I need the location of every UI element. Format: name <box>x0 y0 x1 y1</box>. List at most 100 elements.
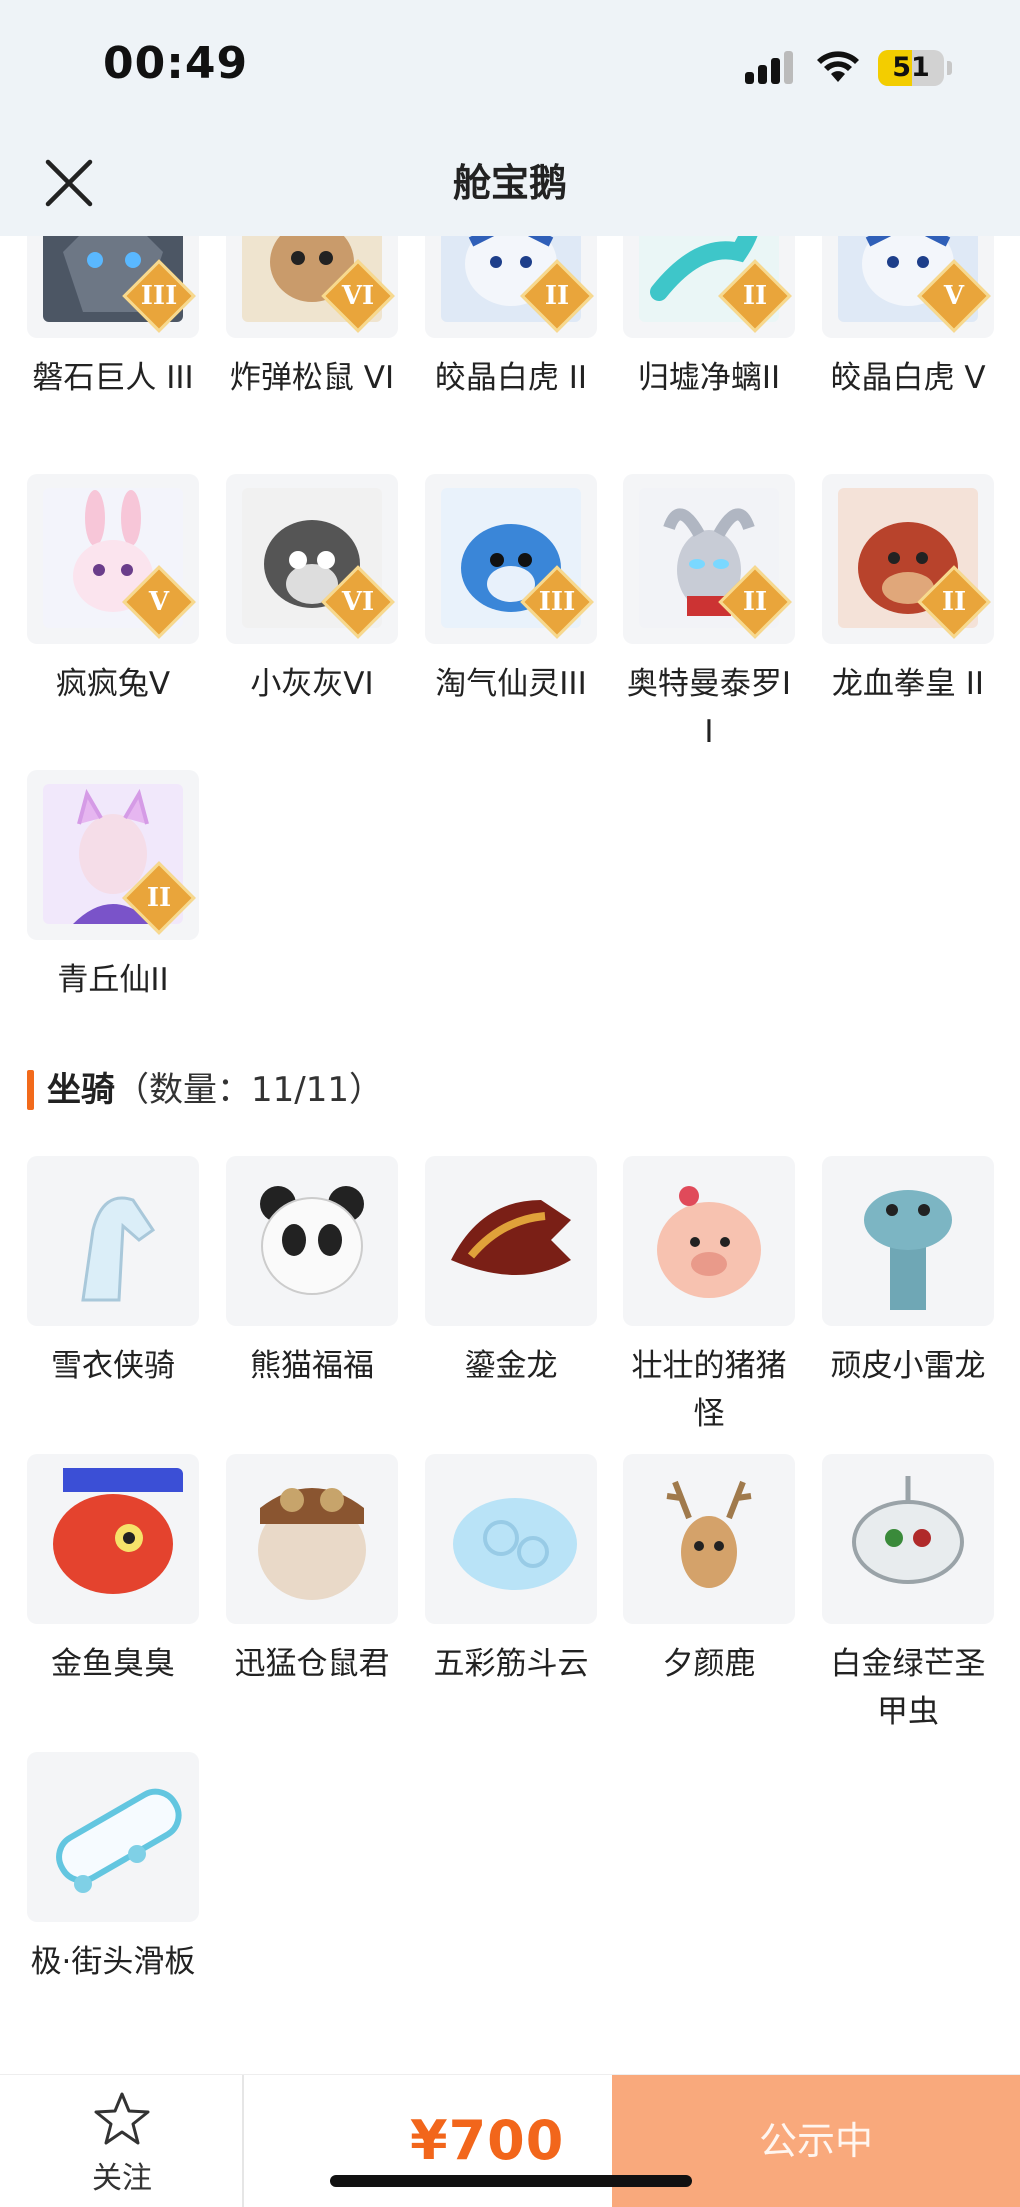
pet-item[interactable]: V 皎晶白虎 V <box>822 236 994 402</box>
mount-name: 迅猛仓鼠君 <box>234 1646 390 1682</box>
battery-cap <box>947 61 952 75</box>
rank-badge-text: II <box>941 587 967 617</box>
golden-dragon-art-icon <box>441 1170 581 1310</box>
cellular-signal-icon <box>745 50 797 84</box>
pet-thumbnail: V <box>27 474 199 644</box>
pet-item[interactable]: II 龙血拳皇 II <box>822 474 994 708</box>
mount-item[interactable]: 鎏金龙 <box>425 1156 597 1390</box>
section-count: （数量：11/11） <box>115 1070 383 1110</box>
mount-thumbnail <box>822 1454 994 1624</box>
mount-name: 夕颜鹿 <box>662 1646 756 1682</box>
pet-thumbnail: III <box>27 236 199 338</box>
rank-badge-text: II <box>146 883 172 913</box>
page-title: 舱宝鹅 <box>452 161 567 205</box>
mount-item[interactable]: 顽皮小雷龙 <box>822 1156 994 1390</box>
pet-thumbnail: II <box>623 474 795 644</box>
rank-badge-text: VI <box>341 281 375 311</box>
mount-thumbnail <box>623 1156 795 1326</box>
pet-thumbnail: V <box>822 236 994 338</box>
section-title: 坐骑（数量：11/11） <box>47 1066 383 1114</box>
pet-thumbnail: VI <box>226 474 398 644</box>
mount-thumbnail <box>425 1454 597 1624</box>
pet-name: 青丘仙II <box>57 962 169 998</box>
goldfish-art-icon <box>43 1468 183 1608</box>
pet-thumbnail: III <box>425 474 597 644</box>
deer-art-icon <box>639 1468 779 1608</box>
pig-art-icon <box>639 1170 779 1310</box>
mount-name: 鎏金龙 <box>464 1348 558 1384</box>
follow-label: 关注 <box>92 2161 152 2196</box>
mount-thumbnail <box>27 1454 199 1624</box>
white-horse-art-icon <box>43 1170 183 1310</box>
mount-item[interactable]: 夕颜鹿 <box>623 1454 795 1688</box>
mount-name: 壮壮的猪猪怪 <box>631 1348 787 1432</box>
pet-item[interactable]: II 皎晶白虎 II <box>425 236 597 402</box>
mount-thumbnail <box>425 1156 597 1326</box>
mount-thumbnail <box>27 1156 199 1326</box>
mount-name: 白金绿芒圣甲虫 <box>830 1646 986 1730</box>
pet-thumbnail: II <box>623 236 795 338</box>
rank-badge-text: II <box>742 281 768 311</box>
mount-item[interactable]: 极·街头滑板 <box>27 1752 199 1986</box>
mount-item[interactable]: 壮壮的猪猪怪 <box>623 1156 795 1438</box>
mount-name: 五彩筋斗云 <box>433 1646 589 1682</box>
pet-thumbnail: II <box>822 474 994 644</box>
rank-badge-text: II <box>544 281 570 311</box>
pet-item[interactable]: II 青丘仙II <box>27 770 199 1004</box>
pet-item[interactable]: VI 小灰灰VI <box>226 474 398 708</box>
pet-thumbnail: II <box>425 236 597 338</box>
pet-name: 小灰灰VI <box>250 666 374 702</box>
home-indicator[interactable] <box>330 2175 692 2187</box>
mount-thumbnail <box>226 1156 398 1326</box>
pet-name: 炸弹松鼠 VI <box>229 360 395 396</box>
mount-name: 极·街头滑板 <box>30 1944 196 1980</box>
bottom-action-bar: 关注 ¥700 公示中 <box>0 2074 1020 2207</box>
pet-name: 归墟净螭II <box>637 360 781 396</box>
pet-item[interactable]: II 奥特曼泰罗II <box>623 474 795 756</box>
content-scroll[interactable]: III 磐石巨人 III VI 炸弹松鼠 VI II 皎晶白虎 II II 归墟… <box>0 236 1020 2074</box>
cloud-art-icon <box>441 1468 581 1608</box>
mount-item[interactable]: 迅猛仓鼠君 <box>226 1454 398 1688</box>
mount-name: 金鱼臭臭 <box>51 1646 175 1682</box>
pet-item[interactable]: II 归墟净螭II <box>623 236 795 402</box>
skateboard-art-icon <box>43 1766 183 1906</box>
pet-thumbnail: VI <box>226 236 398 338</box>
mount-thumbnail <box>226 1454 398 1624</box>
mount-item[interactable]: 五彩筋斗云 <box>425 1454 597 1688</box>
thunder-dragon-art-icon <box>838 1170 978 1310</box>
pet-name: 皎晶白虎 II <box>434 360 588 396</box>
section-title-text: 坐骑 <box>47 1070 115 1110</box>
pet-item[interactable]: VI 炸弹松鼠 VI <box>226 236 398 402</box>
section-accent-bar <box>27 1070 34 1110</box>
rank-badge-text: III <box>538 587 576 617</box>
pet-name: 淘气仙灵III <box>435 666 587 702</box>
pet-name: 磐石巨人 III <box>32 360 194 396</box>
rank-badge-text: III <box>140 281 178 311</box>
wifi-icon <box>817 51 859 82</box>
rank-badge-text: II <box>742 587 768 617</box>
mount-item[interactable]: 雪衣侠骑 <box>27 1156 199 1390</box>
mount-item[interactable]: 金鱼臭臭 <box>27 1454 199 1688</box>
battery-percent: 51 <box>892 52 930 83</box>
mount-item[interactable]: 白金绿芒圣甲虫 <box>822 1454 994 1736</box>
mount-name: 雪衣侠骑 <box>51 1348 175 1384</box>
pet-name: 皎晶白虎 V <box>830 360 986 396</box>
status-button[interactable]: 公示中 <box>612 2075 1020 2207</box>
pet-name: 奥特曼泰罗II <box>626 666 792 750</box>
rank-badge-text: V <box>148 587 170 617</box>
rank-badge-text: V <box>943 281 965 311</box>
pet-thumbnail: II <box>27 770 199 940</box>
nav-bar: 舱宝鹅 <box>0 130 1020 236</box>
hamster-art-icon <box>242 1468 382 1608</box>
battery-icon: 51 <box>878 50 944 86</box>
mount-thumbnail <box>623 1454 795 1624</box>
pet-item[interactable]: V 疯疯兔V <box>27 474 199 708</box>
pet-item[interactable]: III 磐石巨人 III <box>27 236 199 402</box>
mount-item[interactable]: 熊猫福福 <box>226 1156 398 1390</box>
mount-name: 熊猫福福 <box>250 1348 374 1384</box>
close-icon[interactable] <box>40 154 98 212</box>
rank-badge-text: VI <box>341 587 375 617</box>
pet-item[interactable]: III 淘气仙灵III <box>425 474 597 708</box>
follow-button[interactable]: 关注 <box>0 2075 244 2207</box>
beetle-art-icon <box>838 1468 978 1608</box>
